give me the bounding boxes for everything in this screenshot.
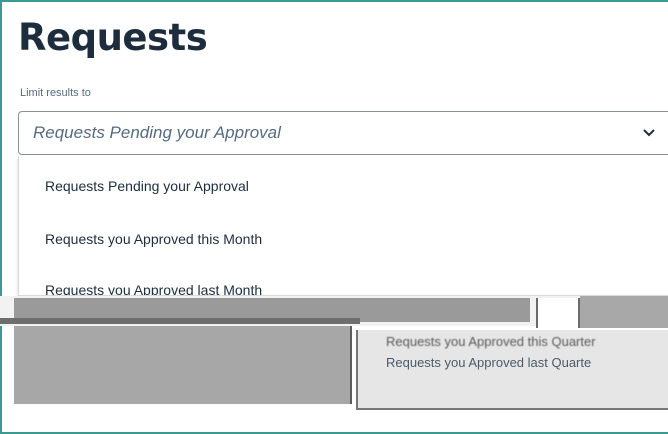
- filter-dropdown-list: Requests Pending your Approval Requests …: [18, 156, 668, 296]
- render-artifact-block: [580, 296, 668, 328]
- artifact-option-text: Requests you Approved this Quarter: [386, 334, 596, 349]
- render-artifact-block: [536, 298, 580, 328]
- selected-filter-value: Requests Pending your Approval: [33, 123, 281, 142]
- chevron-down-icon[interactable]: [640, 124, 658, 142]
- limit-results-select[interactable]: Requests Pending your Approval: [18, 111, 668, 155]
- page-title: Requests: [18, 16, 208, 59]
- dropdown-option-approved-this-month[interactable]: Requests you Approved this Month: [45, 231, 262, 247]
- dropdown-option-approved-last-month[interactable]: Requests you Approved last Month: [45, 282, 262, 295]
- limit-results-label: Limit results to: [20, 87, 91, 99]
- render-artifact-panel: [14, 326, 352, 404]
- artifact-option-text: Requests you Approved last Quarte: [386, 355, 592, 370]
- render-artifact-strip: [0, 318, 360, 324]
- dropdown-option-pending[interactable]: Requests Pending your Approval: [45, 178, 249, 194]
